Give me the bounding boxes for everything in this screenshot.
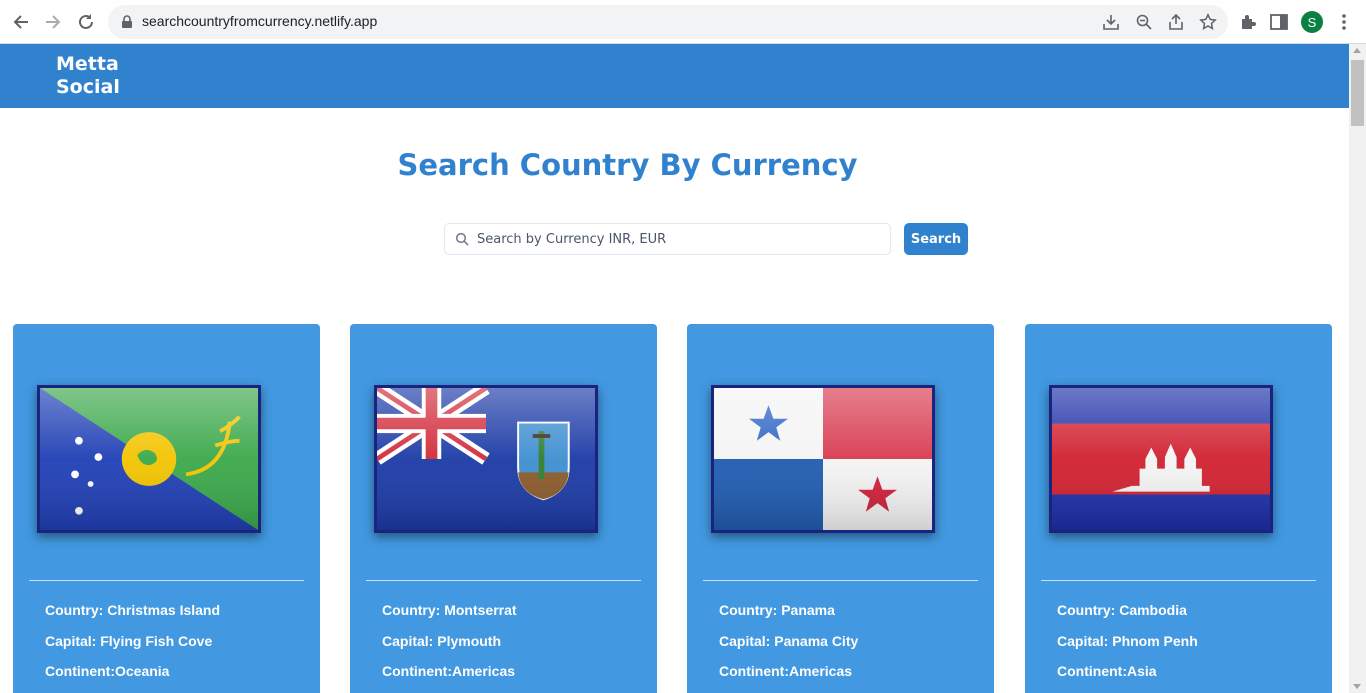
brand-line-1: Metta (56, 53, 119, 75)
search-icon (455, 232, 469, 246)
install-app-icon[interactable] (1102, 13, 1120, 31)
page-viewport: Metta Social Search Country By Currency … (0, 44, 1349, 693)
zoom-icon[interactable] (1135, 13, 1153, 31)
card-continent: Continent:Oceania (45, 663, 170, 679)
card-divider (29, 580, 304, 581)
lock-icon (122, 15, 132, 28)
search-button[interactable]: Search (904, 223, 968, 255)
country-card[interactable]: Country: Montserrat Capital: Plymouth Co… (350, 324, 657, 693)
card-capital: Capital: Flying Fish Cove (45, 633, 213, 649)
search-field[interactable] (444, 223, 891, 255)
menu-kebab-icon[interactable] (1333, 11, 1355, 33)
reload-icon[interactable] (74, 10, 98, 34)
card-capital: Capital: Panama City (719, 633, 859, 649)
forward-icon[interactable] (41, 10, 65, 34)
search-input[interactable] (477, 225, 877, 253)
url-text: searchcountryfromcurrency.netlify.app (142, 13, 378, 29)
card-country: Country: Panama (719, 602, 835, 618)
back-icon[interactable] (9, 10, 33, 34)
bookmark-star-icon[interactable] (1199, 13, 1217, 31)
card-country: Country: Christmas Island (45, 602, 221, 618)
brand-logo[interactable]: Metta Social (56, 53, 136, 99)
christmas-island-flag-icon (37, 385, 261, 533)
card-capital: Capital: Plymouth (382, 633, 502, 649)
panama-flag-icon (711, 385, 935, 533)
scroll-thumb[interactable] (1351, 60, 1364, 126)
share-icon[interactable] (1167, 13, 1185, 31)
scroll-up-arrow-icon[interactable] (1353, 48, 1361, 53)
page-title: Search Country By Currency (397, 148, 858, 182)
card-continent: Continent:Americas (382, 663, 516, 679)
montserrat-flag-icon (374, 385, 598, 533)
country-card[interactable]: Country: Cambodia Capital: Phnom Penh Co… (1025, 324, 1332, 693)
card-country: Country: Montserrat (382, 602, 517, 618)
navbar: Metta Social (0, 44, 1349, 108)
page-scrollbar[interactable] (1349, 44, 1366, 693)
side-panel-icon[interactable] (1268, 11, 1290, 33)
card-continent: Continent:Asia (1057, 663, 1157, 679)
country-card[interactable]: Country: Christmas Island Capital: Flyin… (13, 324, 320, 693)
browser-toolbar: searchcountryfromcurrency.netlify.app S (0, 0, 1366, 44)
card-divider (703, 580, 978, 581)
card-country: Country: Cambodia (1057, 602, 1187, 618)
brand-line-2: Social (56, 76, 120, 98)
card-divider (366, 580, 641, 581)
card-capital: Capital: Phnom Penh (1057, 633, 1198, 649)
cambodia-flag-icon (1049, 385, 1273, 533)
profile-avatar[interactable]: S (1301, 11, 1323, 33)
country-card[interactable]: Country: Panama Capital: Panama City Con… (687, 324, 994, 693)
address-bar[interactable]: searchcountryfromcurrency.netlify.app (108, 5, 1228, 39)
card-divider (1041, 580, 1316, 581)
extensions-icon[interactable] (1237, 11, 1259, 33)
scroll-down-arrow-icon[interactable] (1353, 684, 1361, 689)
card-continent: Continent:Americas (719, 663, 853, 679)
